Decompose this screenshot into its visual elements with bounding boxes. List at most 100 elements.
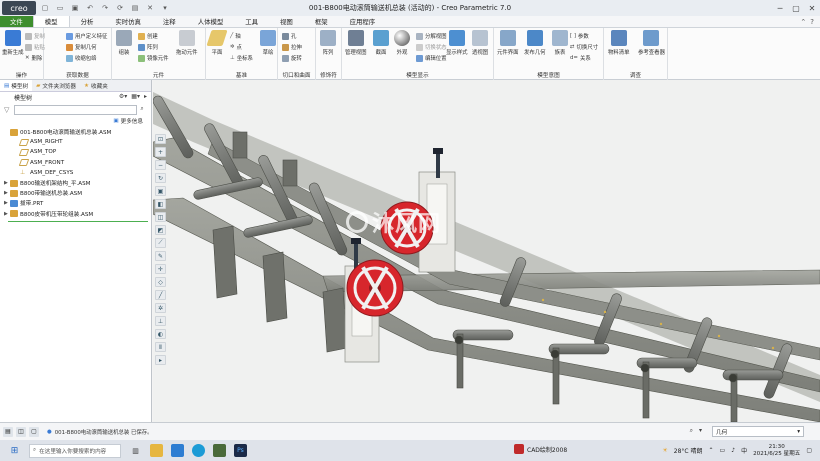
- csys-button[interactable]: ⊥ 坐标系: [230, 54, 253, 62]
- saved-orientations-icon[interactable]: ▣: [155, 186, 166, 196]
- exploded-view-button[interactable]: 分解视图: [416, 32, 447, 40]
- tree-node-asm-def-csys[interactable]: ⊥ ASM_DEF_CSYS: [4, 168, 151, 178]
- point-display-icon[interactable]: ✲: [155, 303, 166, 313]
- toggle-browser-icon[interactable]: ◫: [16, 426, 26, 437]
- zoom-out-icon[interactable]: −: [155, 160, 166, 170]
- axis-button[interactable]: ╱ 轴: [230, 32, 241, 40]
- refit-icon[interactable]: ⊡: [155, 134, 166, 144]
- tab-live-simulation[interactable]: 实时仿真: [104, 16, 152, 27]
- collapse-ribbon-icon[interactable]: ⌃: [800, 18, 806, 26]
- redo-icon[interactable]: ↷: [99, 2, 111, 14]
- search-input[interactable]: [14, 104, 137, 115]
- drag-components-button[interactable]: 拖动元件: [176, 30, 198, 56]
- assemble-button[interactable]: 组装: [116, 30, 132, 56]
- reference-viewer-button[interactable]: 参考查看器: [638, 30, 665, 56]
- sketch-button[interactable]: 草绘: [260, 30, 276, 56]
- pause-icon[interactable]: Ⅱ: [155, 342, 166, 352]
- section-display-icon[interactable]: ◐: [155, 329, 166, 339]
- insert-here-line[interactable]: [8, 220, 148, 222]
- extrude-button[interactable]: 拉伸: [282, 43, 302, 51]
- mirror-component-button[interactable]: 镜像元件: [138, 54, 169, 62]
- tab-view[interactable]: 视图: [269, 16, 304, 27]
- notifications-icon[interactable]: ▢: [806, 447, 812, 454]
- copy-button[interactable]: 复制: [25, 32, 45, 40]
- tree-node-asm-top[interactable]: ASM_TOP: [4, 147, 151, 157]
- view-manager-icon[interactable]: ◫: [155, 212, 166, 222]
- tree-node-frame-asm[interactable]: ▶ B800输送机架结构_平.ASM: [4, 178, 151, 188]
- repaint-icon[interactable]: ↻: [155, 173, 166, 183]
- plane-display-icon[interactable]: ◇: [155, 277, 166, 287]
- volume-icon[interactable]: ♪: [731, 447, 735, 454]
- point-button[interactable]: ✲ 点: [230, 43, 242, 51]
- tab-manikin[interactable]: 人体模型: [187, 16, 235, 27]
- tab-analysis[interactable]: 分析: [70, 16, 105, 27]
- network-icon[interactable]: ▭: [720, 447, 726, 454]
- toggle-tree-icon[interactable]: ▤: [3, 426, 13, 437]
- tree-node-root[interactable]: 001-B800电动滚筒输送机总装.ASM: [4, 127, 151, 137]
- selection-list-icon[interactable]: ▾: [699, 427, 702, 435]
- publish-geometry-button[interactable]: 发布几何: [524, 30, 546, 56]
- annotation-display-icon[interactable]: ✎: [155, 251, 166, 261]
- more-info-link[interactable]: 更多信息: [121, 117, 143, 125]
- regenerate-button[interactable]: 重新生成: [2, 30, 24, 56]
- spin-center-icon[interactable]: ✛: [155, 264, 166, 274]
- file-explorer-icon[interactable]: [150, 444, 163, 457]
- tree-node-asm-front[interactable]: ASM_FRONT: [4, 158, 151, 168]
- relations-button[interactable]: d= 关系: [570, 54, 591, 62]
- perspective-icon[interactable]: ◩: [155, 225, 166, 235]
- create-button[interactable]: 创建: [138, 32, 158, 40]
- columns-icon[interactable]: ▦▾: [131, 93, 140, 100]
- minimize-icon[interactable]: ─: [772, 0, 788, 16]
- selection-filter[interactable]: 几何 ▾: [712, 426, 804, 437]
- new-icon[interactable]: ▢: [39, 2, 51, 14]
- more-icon[interactable]: ▸: [155, 355, 166, 365]
- undo-icon[interactable]: ↶: [84, 2, 96, 14]
- axis-display-icon[interactable]: ╱: [155, 290, 166, 300]
- window-icon[interactable]: ▤: [129, 2, 141, 14]
- regenerate-icon[interactable]: ⟳: [114, 2, 126, 14]
- tab-file[interactable]: 文件: [0, 16, 33, 27]
- display-style-icon[interactable]: ◧: [155, 199, 166, 209]
- shrinkwrap-button[interactable]: 收缩包络: [66, 54, 97, 62]
- modifier-pattern-button[interactable]: 阵列: [320, 30, 336, 56]
- windows-start-icon[interactable]: ⊞: [8, 444, 21, 457]
- save-icon[interactable]: ▣: [69, 2, 81, 14]
- taskbar-cad-app[interactable]: CAD绘制2008: [514, 444, 567, 454]
- parameters-button[interactable]: [ ] 参数: [570, 32, 589, 40]
- manage-views-button[interactable]: 管理视图: [345, 30, 367, 56]
- switch-dimensions-button[interactable]: ⇄ 切换尺寸: [570, 43, 598, 51]
- settings-icon[interactable]: ⚙▾: [119, 93, 127, 100]
- tab-tools[interactable]: 工具: [234, 16, 269, 27]
- csys-display-icon[interactable]: ⊥: [155, 316, 166, 326]
- copy-geometry-button[interactable]: 复制几何: [66, 43, 97, 51]
- creo-taskbar-icon[interactable]: [213, 444, 226, 457]
- tab-framework[interactable]: 框架: [304, 16, 339, 27]
- full-screen-icon[interactable]: ▢: [29, 426, 39, 437]
- display-style-button[interactable]: 显示样式: [446, 30, 468, 56]
- udf-button[interactable]: 用户定义特征: [66, 32, 107, 40]
- edit-position-button[interactable]: 编辑位置: [416, 54, 447, 62]
- photoshop-icon[interactable]: Ps: [234, 444, 247, 457]
- taskbar-search[interactable]: ⌕ 在这里输入你要搜索的内容: [29, 443, 121, 458]
- pattern-button[interactable]: 阵列: [138, 43, 158, 51]
- help-icon[interactable]: ?: [810, 18, 814, 26]
- tab-favorites[interactable]: ★ 收藏夹: [80, 80, 112, 91]
- toggle-status-button[interactable]: 切换状态: [416, 43, 447, 51]
- close-icon[interactable]: ✕: [804, 0, 820, 16]
- ime-icon[interactable]: 中: [741, 446, 747, 455]
- edge-icon[interactable]: [192, 444, 205, 457]
- filter-icon[interactable]: ▽: [4, 106, 14, 114]
- tree-node-asm-right[interactable]: ASM_RIGHT: [4, 137, 151, 147]
- store-icon[interactable]: [171, 444, 184, 457]
- tab-folder-browser[interactable]: ▰ 文件夹浏览器: [32, 80, 80, 91]
- section-button[interactable]: 截面: [373, 30, 389, 56]
- perspective-button[interactable]: 透视图: [472, 30, 488, 56]
- tree-node-conveyor-asm[interactable]: ▶ B800带输送机总装.ASM: [4, 188, 151, 198]
- tab-applications[interactable]: 应用程序: [339, 16, 387, 27]
- tab-model[interactable]: 模型: [32, 16, 70, 27]
- family-table-button[interactable]: 族表: [552, 30, 568, 56]
- paste-button[interactable]: 粘贴: [25, 43, 45, 51]
- tray-arrow-icon[interactable]: ⌃: [709, 447, 714, 454]
- search-icon[interactable]: ⌕: [137, 105, 147, 115]
- bom-button[interactable]: 物料清单: [608, 30, 630, 56]
